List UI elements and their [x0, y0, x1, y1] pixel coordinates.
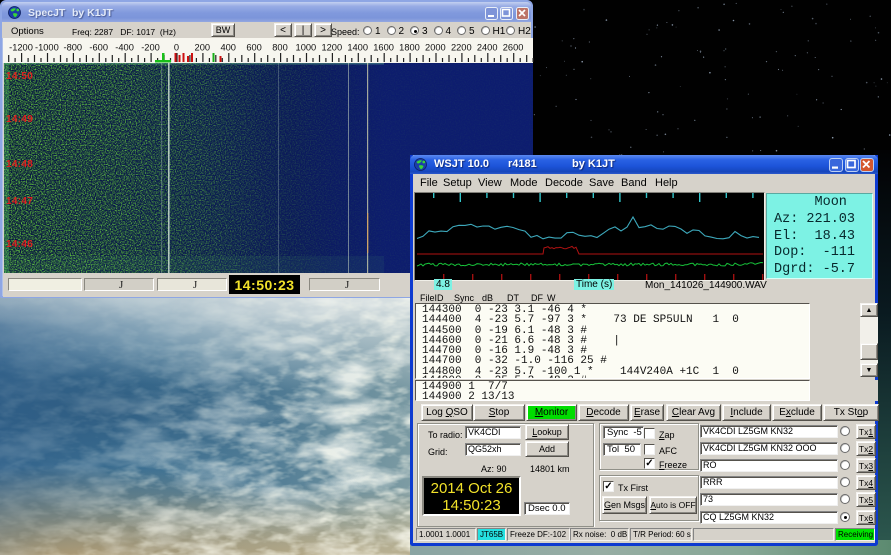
svg-text:0: 0 — [174, 43, 179, 53]
svg-text:800: 800 — [272, 43, 288, 53]
svg-text:600: 600 — [246, 43, 262, 53]
svg-text:-200: -200 — [141, 43, 160, 53]
svg-text:1200: 1200 — [321, 43, 342, 53]
svg-text:2000: 2000 — [425, 43, 446, 53]
svg-text:2400: 2400 — [477, 43, 498, 53]
svg-text:1800: 1800 — [399, 43, 420, 53]
svg-text:1400: 1400 — [347, 43, 368, 53]
svg-text:1600: 1600 — [373, 43, 394, 53]
svg-text:2600: 2600 — [503, 43, 524, 53]
svg-text:-1200: -1200 — [9, 43, 33, 53]
svg-text:2200: 2200 — [451, 43, 472, 53]
svg-text:400: 400 — [220, 43, 236, 53]
svg-text:-1000: -1000 — [35, 43, 59, 53]
svg-text:200: 200 — [195, 43, 211, 53]
svg-text:-600: -600 — [89, 43, 108, 53]
svg-text:-400: -400 — [115, 43, 134, 53]
svg-text:1000: 1000 — [296, 43, 317, 53]
svg-text:-800: -800 — [63, 43, 82, 53]
